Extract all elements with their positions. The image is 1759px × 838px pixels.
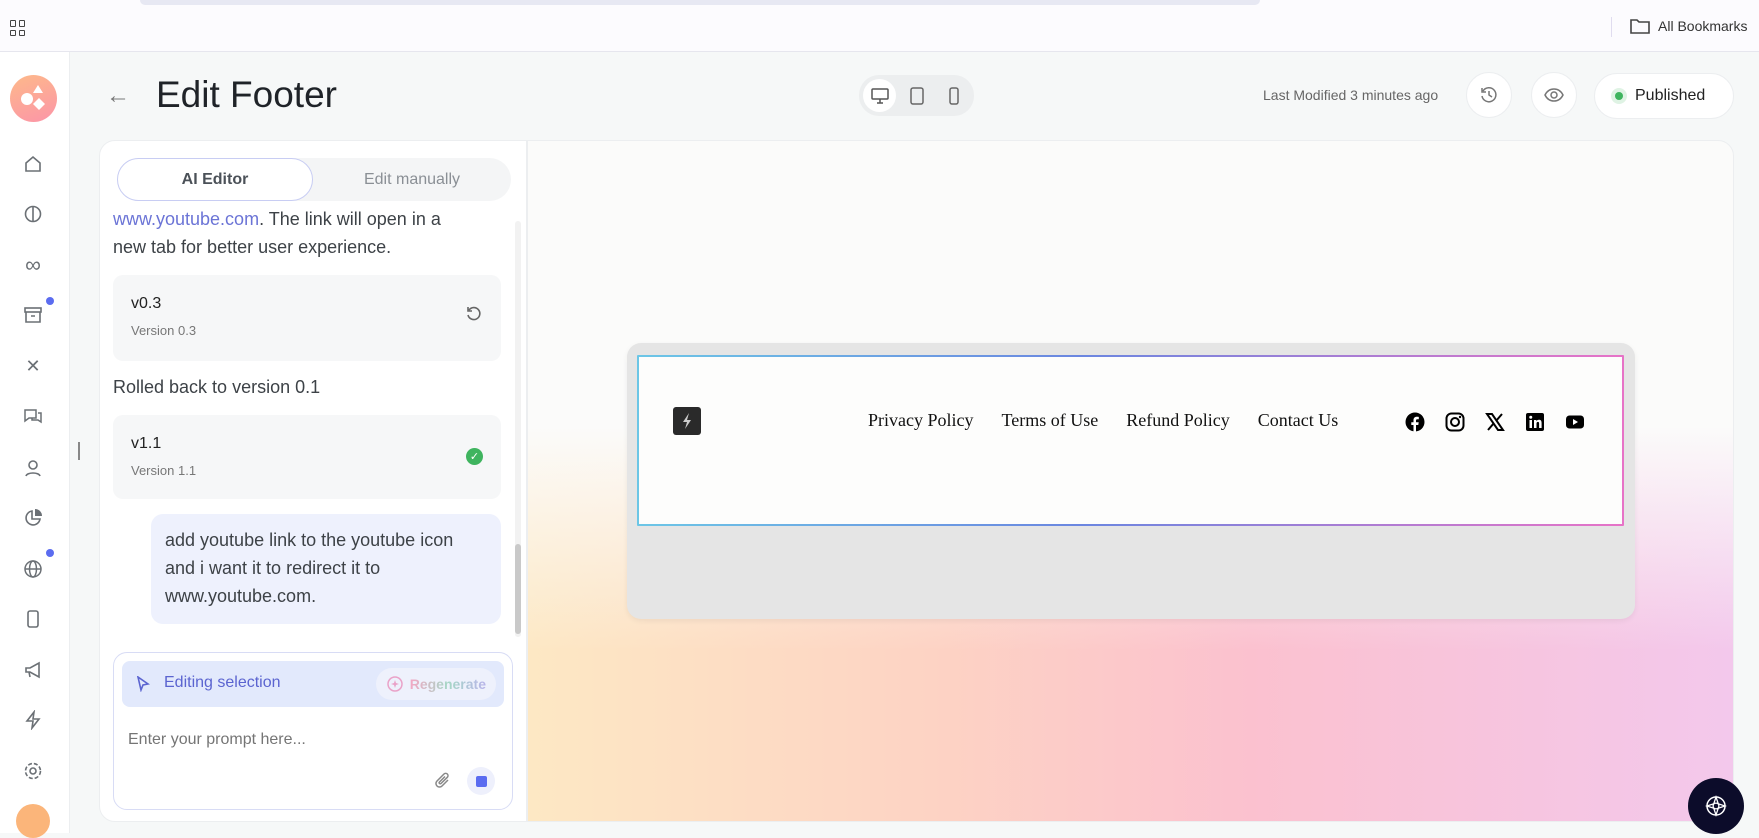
footer-link-contact-us[interactable]: Contact Us: [1258, 410, 1339, 431]
version-title: v0.3: [131, 295, 162, 312]
version-card-v1-1[interactable]: v1.1 Version 1.1 ✓: [113, 415, 501, 499]
footer-links: Privacy Policy Terms of Use Refund Polic…: [868, 410, 1338, 431]
youtube-link[interactable]: www.youtube.com: [113, 209, 259, 229]
brain-icon[interactable]: [22, 203, 44, 225]
prompt-input[interactable]: [128, 725, 498, 755]
status-dot: [1615, 92, 1623, 100]
user-message: add youtube link to the youtube icon and…: [151, 514, 501, 624]
tab-ai-editor[interactable]: AI Editor: [117, 158, 313, 201]
megaphone-icon[interactable]: [22, 659, 44, 681]
selected-footer[interactable]: Privacy Policy Terms of Use Refund Polic…: [637, 355, 1624, 526]
ai-editor-panel: AI Editor Edit manually www.youtube.com.…: [99, 140, 527, 822]
folder-icon: [1630, 19, 1650, 34]
message-text: . The link will open in a: [259, 209, 441, 229]
preview-canvas: Privacy Policy Terms of Use Refund Polic…: [527, 140, 1734, 822]
version-subtitle: Version 0.3: [131, 323, 197, 338]
divider: [1611, 17, 1612, 37]
version-card-v0-3[interactable]: v0.3 Version 0.3: [113, 275, 501, 361]
tablet-view-button[interactable]: [900, 79, 933, 112]
social-icons: [1405, 412, 1585, 432]
editor-tabs: AI Editor Edit manually: [117, 158, 511, 201]
pie-chart-icon[interactable]: [22, 507, 44, 529]
bolt-icon[interactable]: [22, 709, 44, 731]
restore-icon[interactable]: [465, 305, 483, 328]
instagram-icon[interactable]: [1445, 412, 1465, 432]
home-icon[interactable]: [22, 153, 44, 175]
tab-label: AI Editor: [181, 170, 249, 188]
paperclip-icon[interactable]: [434, 771, 452, 791]
mobile-icon: [948, 86, 959, 105]
settings-icon[interactable]: [22, 760, 44, 782]
brand-logo[interactable]: [673, 407, 701, 435]
status-label: Published: [1635, 87, 1706, 104]
all-bookmarks-button[interactable]: All Bookmarks: [1630, 18, 1747, 34]
infinity-icon[interactable]: ∞: [22, 252, 44, 277]
footer-preview-frame: Privacy Policy Terms of Use Refund Polic…: [627, 343, 1635, 619]
chat-icon[interactable]: [22, 405, 44, 427]
mobile-icon[interactable]: [22, 608, 44, 630]
version-title: v1.1: [131, 435, 162, 452]
app-logo[interactable]: [10, 75, 57, 122]
tablet-icon: [909, 86, 924, 105]
regenerate-label: Regenerate: [409, 676, 486, 692]
resize-handle[interactable]: [78, 442, 80, 460]
footer-link-terms-of-use[interactable]: Terms of Use: [1002, 410, 1099, 431]
bookmarks-label: All Bookmarks: [1658, 18, 1748, 34]
regenerate-icon: [386, 676, 403, 692]
device-toggle: [859, 75, 974, 116]
archive-icon[interactable]: [22, 304, 44, 326]
published-status-button[interactable]: Published: [1594, 73, 1734, 119]
mobile-view-button[interactable]: [937, 79, 970, 112]
back-button[interactable]: ←: [106, 82, 130, 110]
tab-edit-manually[interactable]: Edit manually: [313, 158, 511, 201]
preview-button[interactable]: [1531, 72, 1577, 118]
sidebar: ∞ ✕: [0, 52, 70, 838]
footer-link-privacy-policy[interactable]: Privacy Policy: [868, 410, 974, 431]
tab-strip: [140, 0, 1260, 5]
globe-icon[interactable]: [22, 558, 44, 580]
apps-grid-icon[interactable]: [10, 20, 26, 36]
cursor-pointer-icon: [136, 676, 150, 692]
youtube-icon[interactable]: [1565, 412, 1585, 432]
version-subtitle: Version 1.1: [131, 463, 197, 478]
tools-icon[interactable]: ✕: [22, 355, 44, 377]
footer-link-refund-policy[interactable]: Refund Policy: [1126, 410, 1230, 431]
facebook-icon[interactable]: [1405, 412, 1425, 432]
notification-dot: [46, 549, 54, 557]
desktop-icon: [870, 87, 889, 104]
message-text: add youtube link to the youtube icon and…: [165, 530, 454, 606]
assistant-fab[interactable]: [1688, 778, 1744, 834]
editing-selection-bar: Editing selection Regenerate: [122, 661, 504, 707]
stop-button[interactable]: [467, 767, 495, 795]
message-text: new tab for better user experience.: [113, 237, 392, 257]
regenerate-button[interactable]: Regenerate: [375, 668, 496, 700]
bolt-icon: [683, 413, 691, 429]
page-title: Edit Footer: [156, 74, 337, 115]
check-circle-icon: ✓: [466, 448, 483, 465]
history-button[interactable]: [1466, 72, 1512, 118]
desktop-view-button[interactable]: [863, 79, 896, 112]
user-icon[interactable]: [22, 457, 44, 479]
assistant-message: www.youtube.com. The link will open in a…: [113, 205, 441, 261]
tab-label: Edit manually: [363, 170, 461, 188]
ai-sparkle-icon: [1704, 794, 1728, 818]
rollback-message: Rolled back to version 0.1: [113, 377, 321, 397]
eye-icon: [1544, 88, 1564, 102]
x-icon[interactable]: [1485, 412, 1505, 432]
stop-icon: [475, 775, 487, 787]
last-modified: Last Modified 3 minutes ago: [1263, 87, 1439, 103]
prompt-box: Editing selection Regenerate: [113, 652, 513, 810]
notification-dot: [46, 297, 54, 305]
browser-toolbar: All Bookmarks: [0, 0, 1759, 52]
editing-selection-label: Editing selection: [164, 674, 281, 691]
chat-scrollbar[interactable]: [515, 221, 521, 637]
history-icon: [1481, 87, 1497, 103]
linkedin-icon[interactable]: [1525, 412, 1545, 432]
